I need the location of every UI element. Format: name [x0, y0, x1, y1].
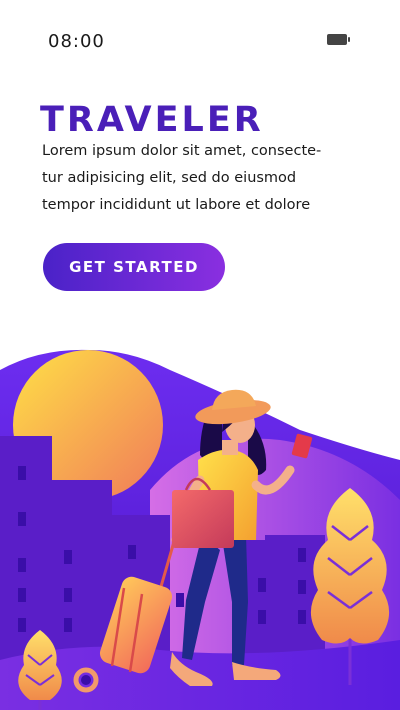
status-time: 08:00	[48, 31, 105, 52]
status-bar: 08:00	[0, 0, 400, 80]
battery-icon	[327, 34, 350, 45]
traveler-illustration	[0, 349, 400, 710]
page-title: TRAVELER	[40, 100, 264, 140]
get-started-button[interactable]: GET STARTED	[43, 243, 225, 291]
hero-description: Lorem ipsum dolor sit amet, consecte-tur…	[42, 143, 322, 213]
